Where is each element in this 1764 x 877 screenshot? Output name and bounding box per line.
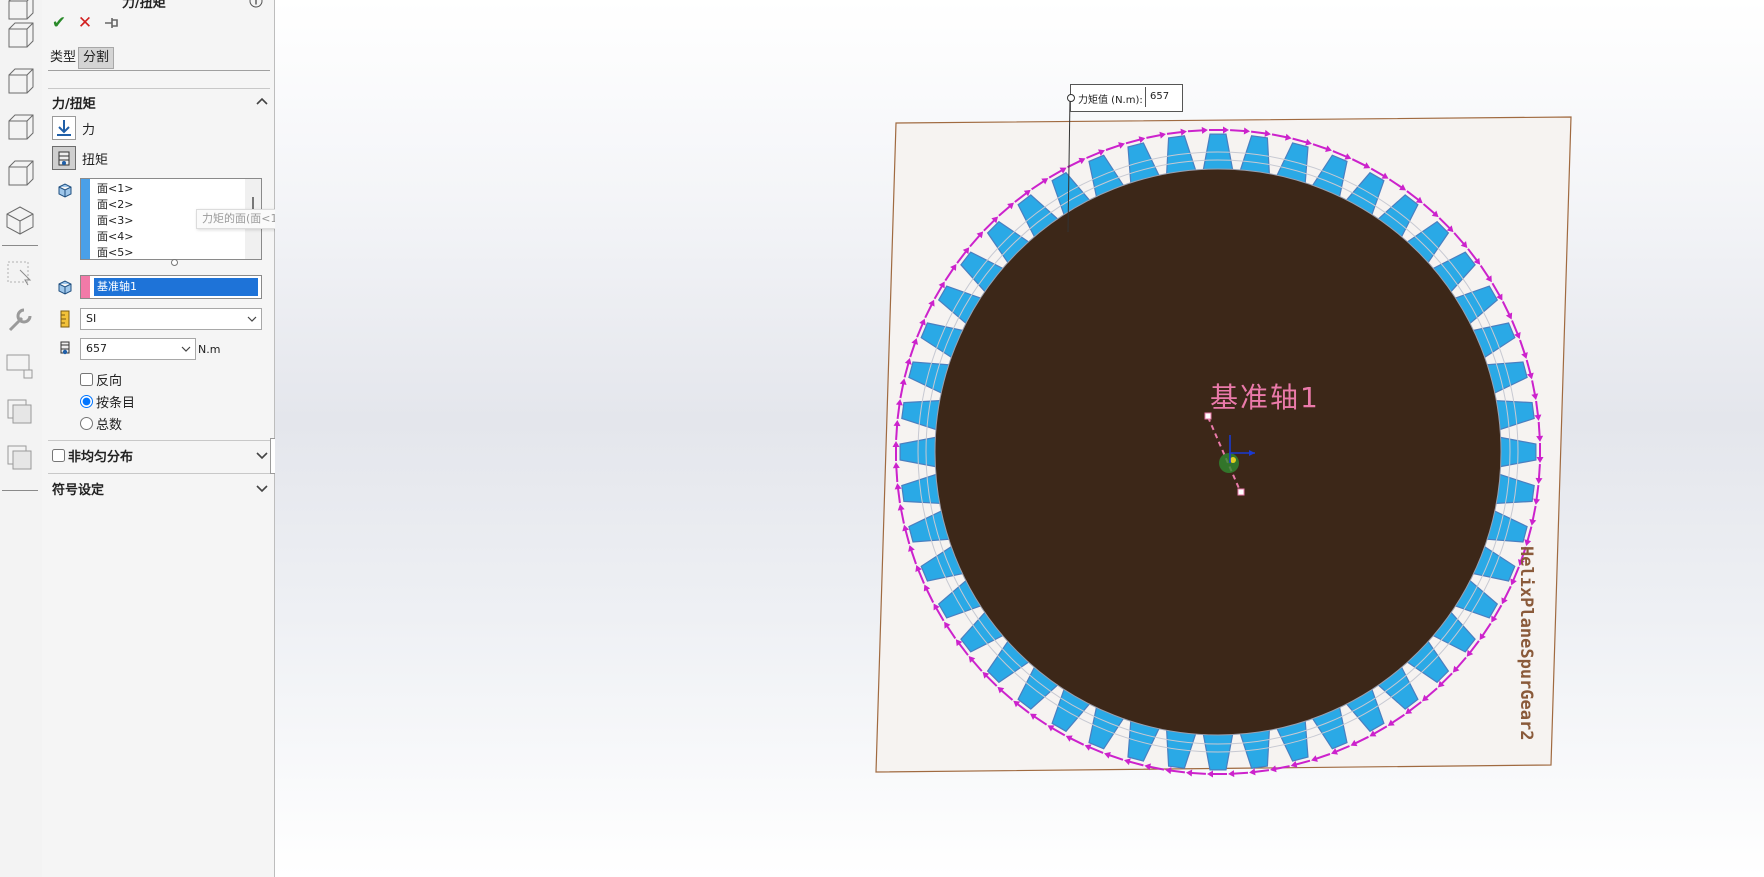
view-top-icon[interactable]: [4, 66, 36, 98]
gear-body[interactable]: [934, 168, 1502, 736]
chevron-down-icon: [247, 316, 257, 322]
display-pane-icon[interactable]: [4, 350, 36, 382]
cancel-button[interactable]: ✕: [76, 14, 94, 32]
list-item[interactable]: 面<3>: [97, 213, 133, 229]
selection-color-swatch: [81, 179, 90, 259]
torque-arrowhead: [1249, 768, 1256, 776]
force-button[interactable]: [52, 116, 76, 140]
torque-unit: N.m: [198, 343, 221, 356]
toolbar-separator: [2, 245, 38, 246]
section-separator: [48, 473, 270, 474]
axis-color-swatch: [81, 276, 90, 298]
toolbar-separator: [2, 490, 38, 491]
wrench-icon[interactable]: [4, 304, 36, 336]
total-radio-row[interactable]: 总数: [80, 414, 123, 433]
total-label: 总数: [96, 417, 123, 433]
torque-icon: [58, 151, 70, 166]
resize-handle[interactable]: [171, 259, 178, 266]
nonuniform-checkbox-row[interactable]: 非均匀分布: [52, 446, 134, 465]
origin-marker: [1219, 453, 1239, 473]
tab-underline: [48, 70, 270, 71]
select-icon[interactable]: [4, 256, 36, 288]
axis-selection-field[interactable]: 基准轴1: [80, 275, 262, 299]
force-icon: [57, 120, 71, 136]
panel-title: 力/扭矩: [122, 0, 166, 11]
gear-model[interactable]: [275, 0, 1764, 877]
ok-button[interactable]: ✔: [50, 14, 68, 32]
torque-callout[interactable]: 力矩值 (N.m): 657: [1067, 84, 1183, 112]
chevron-down-icon[interactable]: [255, 448, 269, 462]
info-icon[interactable]: [249, 0, 263, 8]
solidworks-window: 力/扭矩 ✔ ✕ 类型 分割 力/扭矩 力 扭矩 面<1> 面<2> 面<3> …: [0, 0, 1764, 877]
origin-marker: [1230, 457, 1236, 463]
face-selection-icon: [58, 183, 72, 198]
reverse-checkbox[interactable]: [80, 372, 93, 386]
property-manager: 力/扭矩 ✔ ✕ 类型 分割 力/扭矩 力 扭矩 面<1> 面<2> 面<3> …: [42, 0, 298, 877]
nonuniform-label: 非均匀分布: [68, 449, 134, 465]
nonuniform-checkbox[interactable]: [52, 448, 65, 462]
callout-anchor: [1067, 94, 1075, 102]
chevron-down-icon[interactable]: [181, 344, 191, 354]
torque-arrowhead: [1185, 769, 1193, 777]
per-item-label: 按条目: [96, 395, 136, 411]
per-item-radio[interactable]: [80, 394, 93, 408]
tab-split[interactable]: 分割: [78, 47, 115, 69]
section-separator: [48, 440, 270, 441]
checkmark-icon: ✔: [51, 13, 67, 33]
tab-type[interactable]: 类型: [46, 48, 80, 68]
total-radio[interactable]: [80, 416, 93, 430]
pin-icon[interactable]: [102, 14, 120, 32]
chevron-up-icon[interactable]: [255, 95, 269, 109]
per-item-radio-row[interactable]: 按条目: [80, 392, 136, 411]
section-force-torque-title: 力/扭矩: [52, 97, 96, 112]
torque-arrowhead: [1228, 770, 1235, 778]
torque-value: 657: [86, 342, 107, 355]
list-item[interactable]: 面<5>: [97, 245, 133, 261]
callout-value[interactable]: 657: [1145, 87, 1179, 107]
chevron-down-icon[interactable]: [255, 481, 269, 495]
unit-system-select[interactable]: SI: [80, 308, 262, 330]
torque-label: 扭矩: [82, 153, 109, 168]
list-item[interactable]: 面<4>: [97, 229, 133, 245]
reverse-checkbox-row[interactable]: 反向: [80, 370, 123, 389]
unit-system-value: SI: [86, 312, 97, 325]
reverse-label: 反向: [96, 373, 123, 389]
section-separator: [48, 88, 270, 89]
symbol-settings-title: 符号设定: [52, 483, 105, 498]
view-right-icon[interactable]: [4, 112, 36, 144]
force-label: 力: [82, 123, 96, 138]
callout-label: 力矩值 (N.m):: [1078, 95, 1143, 106]
torque-arrowhead: [1207, 770, 1213, 778]
view-dimetric-icon[interactable]: [4, 204, 36, 236]
sheet-icon[interactable]: [4, 442, 36, 474]
torque-value-input[interactable]: 657: [80, 338, 196, 360]
torque-button[interactable]: [52, 146, 76, 170]
graphics-area[interactable]: 力矩值 (N.m): 657 基准轴1 HelixPlaneSpurGear2: [275, 0, 1764, 877]
view-front-icon[interactable]: [4, 20, 36, 52]
cross-icon: ✕: [77, 13, 93, 33]
axis-selection-icon: [58, 280, 72, 295]
part-name-label: HelixPlaneSpurGear2: [1516, 546, 1536, 741]
torque-value-icon: [60, 341, 70, 355]
view-iso-icon[interactable]: [4, 158, 36, 190]
layers-icon[interactable]: [4, 396, 36, 428]
axis-value: 基准轴1: [94, 278, 258, 296]
list-item[interactable]: 面<2>: [97, 197, 133, 213]
view-toolbar: [0, 0, 42, 877]
list-item[interactable]: 面<1>: [97, 181, 133, 197]
ruler-icon: [60, 310, 70, 328]
axis-endpoint[interactable]: [1237, 488, 1245, 496]
datum-axis-label: 基准轴1: [1210, 381, 1320, 414]
